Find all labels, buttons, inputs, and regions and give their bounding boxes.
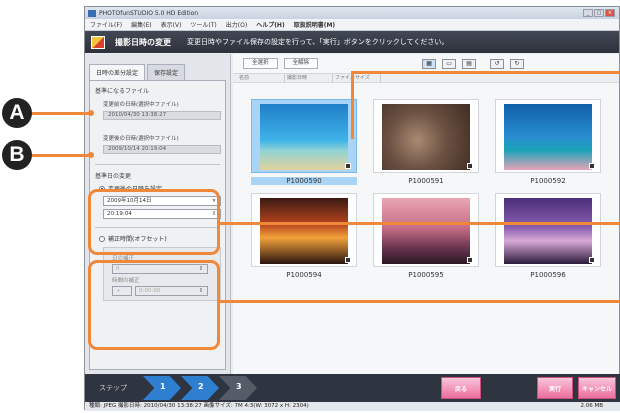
step-3-number: 3: [236, 382, 242, 391]
check-icon: [589, 163, 595, 169]
thumbnail-item[interactable]: [495, 193, 601, 267]
detail-view-icon[interactable]: ▤: [462, 58, 477, 69]
check-icon: [589, 257, 595, 263]
title-bar: PHOTOfunSTUDIO 5.0 HD Edition _ □ ×: [85, 7, 619, 19]
column-headers: 名前 撮影日時 ファイルサイズ: [233, 74, 619, 83]
minimize-button[interactable]: _: [583, 9, 593, 17]
thumbnail-label: P1000591: [408, 177, 444, 185]
execute-button[interactable]: 実行: [537, 377, 573, 399]
header-title: 撮影日時の変更: [115, 37, 171, 47]
sunset-image: [260, 198, 348, 264]
thumbnail-item[interactable]: [373, 99, 479, 173]
callout-line-b: [32, 154, 90, 157]
menu-tools[interactable]: ツール(T): [190, 20, 216, 29]
check-icon: [467, 163, 473, 169]
window-title: PHOTOfunSTUDIO 5.0 HD Edition: [99, 9, 199, 17]
check-icon: [467, 257, 473, 263]
callout-line-a: [32, 112, 90, 115]
base-date-title: 基準日の変更: [95, 173, 132, 180]
thumbnail-item[interactable]: [251, 193, 357, 267]
header-description: 変更日時やファイル保存の設定を行って、「実行」ボタンをクリックしてください。: [187, 38, 449, 46]
menu-help[interactable]: ヘルプ(H): [256, 20, 285, 29]
step-bar: ステップ 1 2 3 戻る 実行 キャンセル: [85, 374, 620, 402]
beach-palm-image: [260, 104, 348, 170]
cancel-button[interactable]: キャンセル: [578, 377, 616, 399]
thumbnail-area: 全選択 全解除 ▦ ▭ ▤ ↺ ↻ 名前 撮影日時 ファイルサイズ P10005…: [233, 54, 619, 374]
status-info: 種類: JPEG 撮影日時: 2010/04/30 13:38:27 画像サイズ…: [89, 403, 309, 409]
pier-image: [504, 104, 592, 170]
rotate-left-icon[interactable]: ↺: [490, 58, 505, 69]
thumbnail-label: P1000595: [408, 271, 444, 279]
app-logo-icon: [88, 9, 96, 17]
menu-manual[interactable]: 取扱説明書(M): [294, 20, 335, 29]
thumbnail-label: P1000594: [286, 271, 322, 279]
tab-date-diff[interactable]: 日時の差分設定: [89, 64, 146, 80]
thumbnail-label: P1000592: [530, 177, 566, 185]
status-filesize: 2.06 MB: [580, 403, 603, 409]
before-date-label: 変更前の日時(選択中ファイル): [103, 102, 179, 108]
menu-bar: ファイル(F) 編集(E) 表示(V) ツール(T) 出力(O) ヘルプ(H) …: [85, 19, 619, 31]
step-1-number: 1: [160, 382, 166, 391]
thumbnail-item[interactable]: [251, 99, 357, 173]
base-file-title: 基準になるファイル: [95, 88, 150, 95]
thumbnail-label: P1000596: [530, 271, 566, 279]
callout-line-offset: [220, 300, 620, 303]
callout-line-thumbnail-down: [351, 71, 354, 139]
thumbnail-item[interactable]: [373, 193, 479, 267]
callout-a-badge: A: [2, 98, 32, 128]
close-button[interactable]: ×: [605, 9, 615, 17]
callout-dot-b: [88, 152, 94, 158]
tab-save-settings[interactable]: 保存設定: [147, 64, 186, 80]
step-3: 3: [219, 376, 257, 400]
column-name[interactable]: 名前: [237, 74, 285, 82]
rotate-right-icon[interactable]: ↻: [510, 58, 525, 69]
column-date[interactable]: 撮影日時: [285, 74, 333, 82]
before-date-value: 2010/04/30 13:38:27: [103, 111, 221, 120]
menu-edit[interactable]: 編集(E): [131, 20, 151, 29]
callout-a-text: A: [9, 101, 25, 124]
menu-output[interactable]: 出力(O): [226, 20, 247, 29]
step-1: 1: [143, 376, 181, 400]
step-2: 2: [181, 376, 219, 400]
callout-dot-a: [88, 110, 94, 116]
column-size[interactable]: ファイルサイズ: [333, 74, 381, 82]
edit-date-icon: [91, 35, 105, 49]
selected-check-icon: [345, 163, 351, 169]
back-button[interactable]: 戻る: [441, 377, 481, 399]
thumbnail-item[interactable]: [495, 99, 601, 173]
pink-sunset-image: [382, 198, 470, 264]
callout-b-badge: B: [2, 140, 32, 170]
thumbnail-view-icon[interactable]: ▦: [422, 58, 437, 69]
callout-line-base-date: [220, 222, 620, 225]
step-label: ステップ: [99, 384, 127, 392]
thumbnail-label: P1000590: [251, 177, 357, 185]
after-date-value: 2009/10/14 20:19:04: [103, 145, 221, 154]
deselect-all-button[interactable]: 全解除: [283, 58, 319, 69]
annotation-box-base-date: [88, 189, 220, 255]
callout-line-thumbnail: [352, 71, 620, 74]
annotation-box-offset: [88, 260, 220, 350]
check-icon: [345, 257, 351, 263]
select-all-button[interactable]: 全選択: [243, 58, 278, 69]
callout-b-text: B: [9, 143, 25, 166]
menu-view[interactable]: 表示(V): [161, 20, 182, 29]
list-view-icon[interactable]: ▭: [442, 58, 457, 69]
sand-shell-image: [382, 104, 470, 170]
maximize-button[interactable]: □: [594, 9, 604, 17]
after-date-label: 変更後の日時(選択中ファイル): [103, 136, 179, 142]
status-bar: 種類: JPEG 撮影日時: 2010/04/30 13:38:27 画像サイズ…: [85, 402, 620, 411]
step-2-number: 2: [198, 382, 204, 391]
header-bar: 撮影日時の変更 変更日時やファイル保存の設定を行って、「実行」ボタンをクリックし…: [85, 31, 619, 53]
menu-file[interactable]: ファイル(F): [90, 20, 122, 29]
purple-sunset-image: [504, 198, 592, 264]
divider: [95, 164, 220, 165]
